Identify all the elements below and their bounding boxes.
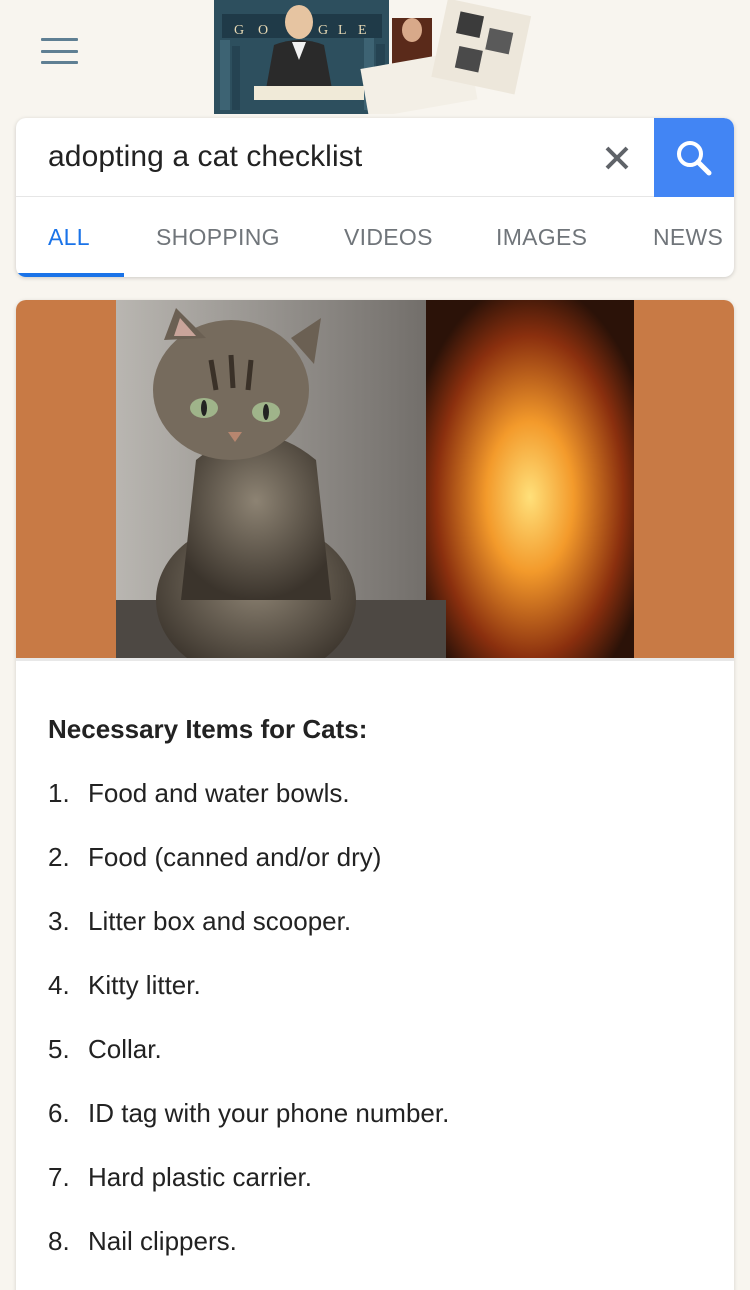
doodle-letter: G bbox=[234, 23, 244, 38]
item-text: Hard plastic carrier. bbox=[88, 1162, 312, 1192]
menu-line bbox=[41, 38, 78, 41]
tab-images[interactable]: IMAGES bbox=[496, 198, 587, 277]
item-number: 2. bbox=[48, 842, 70, 872]
item-text: Food (canned and/or dry) bbox=[88, 842, 382, 872]
featured-snippet-card: Necessary Items for Cats: 1. Food and wat… bbox=[16, 300, 734, 1290]
item-text: Nail clippers. bbox=[88, 1226, 237, 1256]
list-item: 6. ID tag with your phone number. bbox=[48, 1098, 449, 1162]
tab-all[interactable]: ALL bbox=[48, 198, 90, 277]
doodle-letter: L bbox=[338, 23, 347, 38]
close-icon[interactable] bbox=[600, 141, 634, 175]
snippet-heading: Necessary Items for Cats: bbox=[48, 714, 368, 744]
doodle-letter: G bbox=[318, 23, 328, 38]
list-item: 2. Food (canned and/or dry) bbox=[48, 842, 449, 906]
google-doodle[interactable]: G O G L E bbox=[214, 0, 534, 114]
list-item: 5. Collar. bbox=[48, 1034, 449, 1098]
active-tab-indicator bbox=[16, 273, 124, 277]
doodle-illustration: G O G L E bbox=[214, 0, 532, 114]
tab-news[interactable]: NEWS bbox=[653, 198, 723, 277]
search-input[interactable]: adopting a cat checklist bbox=[48, 140, 362, 174]
item-number: 8. bbox=[48, 1226, 70, 1256]
list-item: 3. Litter box and scooper. bbox=[48, 906, 449, 970]
search-card: adopting a cat checklist ALL SHOPPING VI… bbox=[16, 118, 734, 277]
list-item: 8. Nail clippers. bbox=[48, 1226, 449, 1290]
search-bar[interactable]: adopting a cat checklist bbox=[16, 118, 734, 197]
item-text: Kitty litter. bbox=[88, 970, 201, 1000]
list-item: 1. Food and water bowls. bbox=[48, 778, 449, 842]
doodle-letter: O bbox=[258, 23, 268, 38]
cat-photo[interactable] bbox=[116, 300, 634, 658]
item-text: Food and water bowls. bbox=[88, 778, 350, 808]
item-number: 7. bbox=[48, 1162, 70, 1192]
item-number: 6. bbox=[48, 1098, 70, 1128]
item-text: ID tag with your phone number. bbox=[88, 1098, 450, 1128]
result-image-panel[interactable] bbox=[16, 300, 734, 658]
item-text: Collar. bbox=[88, 1034, 162, 1064]
doodle-letter: E bbox=[358, 23, 367, 38]
item-number: 3. bbox=[48, 906, 70, 936]
search-tabs: ALL SHOPPING VIDEOS IMAGES NEWS bbox=[16, 198, 734, 277]
menu-line bbox=[41, 49, 78, 53]
menu-line bbox=[41, 61, 78, 64]
item-number: 1. bbox=[48, 778, 70, 808]
list-item: 7. Hard plastic carrier. bbox=[48, 1162, 449, 1226]
tab-videos[interactable]: VIDEOS bbox=[344, 198, 433, 277]
search-icon bbox=[677, 140, 712, 175]
item-number: 5. bbox=[48, 1034, 70, 1064]
checklist: 1. Food and water bowls. 2. Food (canned a… bbox=[48, 778, 449, 1290]
search-button[interactable] bbox=[654, 118, 734, 197]
tab-shopping[interactable]: SHOPPING bbox=[156, 198, 280, 277]
hamburger-menu-icon[interactable] bbox=[41, 38, 78, 64]
item-number: 4. bbox=[48, 970, 70, 1000]
divider bbox=[16, 658, 734, 661]
list-item: 4. Kitty litter. bbox=[48, 970, 449, 1034]
item-text: Litter box and scooper. bbox=[88, 906, 352, 936]
